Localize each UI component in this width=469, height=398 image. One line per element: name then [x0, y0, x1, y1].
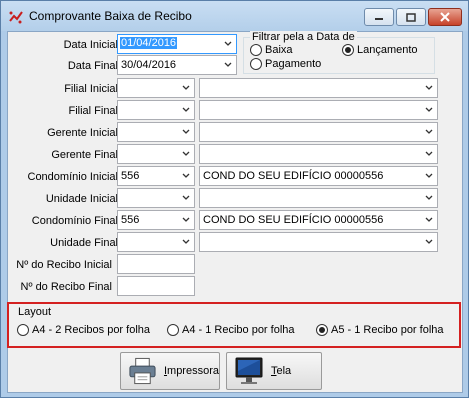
radio-a4-1-recibo-label: A4 - 1 Recibo por folha — [182, 324, 295, 336]
chevron-down-icon[interactable] — [182, 84, 190, 92]
chevron-down-icon[interactable] — [182, 194, 190, 202]
condominio-inicial-label: Condomínio Inicial — [27, 171, 119, 183]
filial-inicial-label: Filial Inicial — [64, 83, 118, 95]
gerente-inicial-code[interactable] — [117, 122, 195, 142]
chevron-down-icon[interactable] — [425, 194, 433, 202]
condominio-final-desc-value: COND DO SEU EDIFÍCIO 00000556 — [203, 214, 384, 226]
radio-circle-selected[interactable] — [342, 44, 354, 56]
radio-circle[interactable] — [167, 324, 179, 336]
chevron-down-icon[interactable] — [425, 216, 433, 224]
condominio-inicial-code-value: 556 — [121, 170, 140, 182]
data-final-field[interactable]: 30/04/2016 — [117, 55, 237, 75]
recibo-inicial-label: Nº do Recibo Inicial — [16, 259, 112, 271]
chevron-down-icon[interactable] — [182, 106, 190, 114]
tela-button[interactable]: Tela — [226, 352, 322, 390]
data-final-label: Data Final — [67, 60, 118, 72]
chevron-down-icon[interactable] — [182, 238, 190, 246]
monitor-icon — [235, 357, 263, 384]
radio-circle-selected[interactable] — [316, 324, 328, 336]
data-inicial-field[interactable]: 01/04/2016 — [117, 34, 237, 54]
recibo-final-label: Nº do Recibo Final — [20, 281, 112, 293]
chevron-down-icon[interactable] — [182, 172, 190, 180]
unidade-inicial-code[interactable] — [117, 188, 195, 208]
radio-a5-1-recibo[interactable]: A5 - 1 Recibo por folha — [316, 324, 444, 336]
filter-date-group: Filtrar pela a Data de Baixa Lançamento … — [243, 31, 435, 74]
chevron-down-icon[interactable] — [425, 150, 433, 158]
radio-a4-2-recibos[interactable]: A4 - 2 Recibos por folha — [17, 324, 150, 336]
chevron-down-icon[interactable] — [425, 84, 433, 92]
chevron-down-icon[interactable] — [425, 106, 433, 114]
tela-label: Tela — [271, 365, 292, 377]
gerente-inicial-desc[interactable] — [199, 122, 438, 142]
maximize-button[interactable] — [396, 8, 426, 26]
recibo-inicial-input[interactable] — [117, 254, 195, 274]
condominio-final-label: Condomínio Final — [31, 215, 118, 227]
chevron-down-icon[interactable] — [182, 216, 190, 224]
data-inicial-label: Data Inicial — [63, 39, 118, 51]
unidade-inicial-desc[interactable] — [199, 188, 438, 208]
radio-lancamento-label: Lançamento — [357, 44, 418, 56]
chevron-down-icon[interactable] — [425, 128, 433, 136]
data-inicial-value: 01/04/2016 — [120, 37, 178, 49]
radio-baixa-label: Baixa — [265, 44, 293, 56]
maximize-icon — [406, 12, 416, 22]
unidade-final-desc[interactable] — [199, 232, 438, 252]
data-final-value: 30/04/2016 — [121, 59, 177, 71]
app-logo-icon — [9, 11, 23, 24]
condominio-final-desc[interactable]: COND DO SEU EDIFÍCIO 00000556 — [199, 210, 438, 230]
chevron-down-icon[interactable] — [224, 40, 232, 48]
filial-final-desc[interactable] — [199, 100, 438, 120]
impressora-button[interactable]: Impressora — [120, 352, 220, 390]
chevron-down-icon[interactable] — [425, 172, 433, 180]
window-title: Comprovante Baixa de Recibo — [29, 9, 192, 23]
condominio-inicial-code[interactable]: 556 — [117, 166, 195, 186]
impressora-label: Impressora — [163, 365, 219, 377]
close-button[interactable] — [428, 8, 462, 26]
condominio-inicial-desc-value: COND DO SEU EDIFÍCIO 00000556 — [203, 170, 384, 182]
radio-pagamento-label: Pagamento — [265, 58, 322, 70]
chevron-down-icon[interactable] — [425, 238, 433, 246]
radio-baixa[interactable]: Baixa — [250, 44, 293, 56]
filial-final-label: Filial Final — [68, 105, 118, 117]
gerente-inicial-label: Gerente Inicial — [47, 127, 118, 139]
radio-lancamento[interactable]: Lançamento — [342, 44, 418, 56]
condominio-final-code[interactable]: 556 — [117, 210, 195, 230]
unidade-inicial-label: Unidade Inicial — [45, 193, 118, 205]
minimize-button[interactable] — [364, 8, 394, 26]
filter-date-title: Filtrar pela a Data de — [250, 31, 357, 43]
condominio-inicial-desc[interactable]: COND DO SEU EDIFÍCIO 00000556 — [199, 166, 438, 186]
radio-circle[interactable] — [250, 58, 262, 70]
condominio-final-code-value: 556 — [121, 214, 140, 226]
layout-title: Layout — [18, 306, 52, 318]
radio-pagamento[interactable]: Pagamento — [250, 58, 321, 70]
radio-a4-1-recibo[interactable]: A4 - 1 Recibo por folha — [167, 324, 295, 336]
radio-circle[interactable] — [250, 44, 262, 56]
minimize-icon — [375, 18, 383, 20]
title-bar[interactable]: Comprovante Baixa de Recibo — [1, 1, 468, 31]
recibo-final-input[interactable] — [117, 276, 195, 296]
chevron-down-icon[interactable] — [224, 61, 232, 69]
chevron-down-icon[interactable] — [182, 150, 190, 158]
chevron-down-icon[interactable] — [182, 128, 190, 136]
filial-inicial-code[interactable] — [117, 78, 195, 98]
printer-icon — [129, 357, 156, 385]
unidade-final-label: Unidade Final — [50, 237, 118, 249]
gerente-final-desc[interactable] — [199, 144, 438, 164]
close-icon — [440, 12, 450, 22]
app-window: Comprovante Baixa de Recibo Data Inicial… — [0, 0, 469, 398]
filial-final-code[interactable] — [117, 100, 195, 120]
filial-inicial-desc[interactable] — [199, 78, 438, 98]
layout-highlight: Layout A4 - 2 Recibos por folha A4 - 1 R… — [7, 302, 461, 348]
radio-circle[interactable] — [17, 324, 29, 336]
gerente-final-code[interactable] — [117, 144, 195, 164]
unidade-final-code[interactable] — [117, 232, 195, 252]
gerente-final-label: Gerente Final — [51, 149, 118, 161]
radio-a4-2-recibos-label: A4 - 2 Recibos por folha — [32, 324, 151, 336]
form-body: Data Inicial 01/04/2016 Data Final 30/04… — [7, 31, 463, 393]
radio-a5-1-recibo-label: A5 - 1 Recibo por folha — [331, 324, 444, 336]
